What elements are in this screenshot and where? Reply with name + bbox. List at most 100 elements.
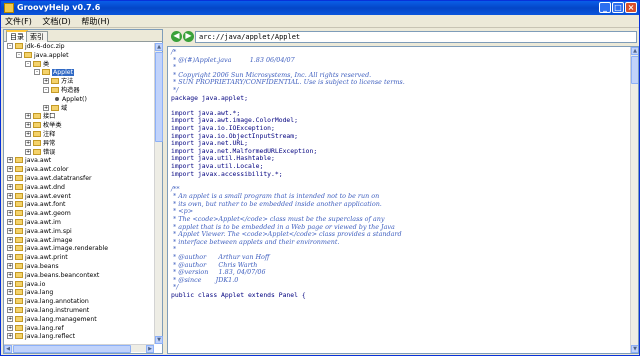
expand-icon[interactable]: +	[7, 298, 13, 305]
tree-node[interactable]: + java.awt.event	[7, 192, 71, 201]
expand-icon[interactable]: +	[25, 122, 31, 129]
tree-node[interactable]: + 枚举类	[25, 122, 62, 130]
arrow-left-icon[interactable]: ◀	[171, 31, 182, 42]
tree-node[interactable]: - java.applet	[16, 51, 69, 60]
collapse-icon[interactable]: -	[25, 60, 31, 67]
scroll-down-icon[interactable]: ▼	[155, 336, 163, 344]
scroll-thumb[interactable]	[13, 345, 131, 353]
tree-node[interactable]: + java.awt.image	[7, 236, 72, 245]
tree-node[interactable]: + java.lang.ref	[7, 324, 64, 333]
tree-node[interactable]: - Applet	[34, 69, 75, 77]
tree-node-label: java.awt.im.spi	[25, 227, 72, 235]
tree-node[interactable]: + java.beans.beancontext	[7, 271, 99, 280]
source-vertical-scrollbar[interactable]: ▲ ▼	[630, 47, 638, 353]
tree-node[interactable]: - jdk-6-doc.zip	[7, 43, 65, 51]
menu-help[interactable]: 帮助(H)	[77, 15, 113, 28]
scroll-thumb[interactable]	[631, 56, 638, 84]
tree-node[interactable]: + java.awt.print	[7, 254, 68, 262]
expand-icon[interactable]: +	[7, 210, 13, 217]
expand-icon[interactable]: +	[7, 289, 13, 296]
tree-node-label: 注释	[43, 131, 56, 138]
scroll-left-icon[interactable]: ◀	[4, 345, 12, 353]
tree-node[interactable]: + java.awt.font	[7, 201, 66, 209]
folder-icon	[24, 51, 32, 58]
expand-icon[interactable]: +	[7, 192, 13, 199]
tree-node[interactable]: + java.awt.image.renderable	[7, 245, 108, 253]
expand-icon[interactable]: +	[25, 148, 31, 155]
expand-icon[interactable]: +	[25, 139, 31, 146]
tree-node[interactable]: + java.awt.im	[7, 219, 61, 227]
tree-node[interactable]: + java.awt.geom	[7, 210, 71, 218]
expand-icon[interactable]: +	[7, 280, 13, 287]
tree-node-label: java.awt	[25, 157, 52, 165]
expand-icon[interactable]: +	[7, 227, 13, 234]
expand-icon[interactable]: +	[7, 183, 13, 190]
tree-horizontal-scrollbar[interactable]: ◀ ▶	[4, 344, 154, 353]
expand-icon[interactable]: +	[7, 307, 13, 313]
expand-icon[interactable]: +	[7, 324, 13, 331]
tree-node[interactable]: + 异常	[25, 139, 55, 148]
folder-icon	[15, 210, 23, 217]
expand-icon[interactable]: +	[7, 201, 13, 208]
expand-icon[interactable]: +	[7, 315, 13, 322]
expand-icon[interactable]: +	[7, 219, 13, 225]
tree-node[interactable]: -类	[25, 60, 49, 69]
address-field[interactable]: arc://java/applet/Applet	[195, 31, 637, 43]
expand-icon[interactable]: +	[43, 78, 49, 85]
expand-icon[interactable]: +	[7, 175, 13, 181]
tree-node[interactable]: + java.awt.im.spi	[7, 227, 72, 236]
tree-node-label: 接口	[43, 113, 56, 121]
tree-node[interactable]: + 错误	[25, 148, 55, 157]
collapse-icon[interactable]: -	[34, 69, 40, 76]
tree-node[interactable]: + 注释	[25, 131, 55, 139]
tree-node[interactable]: + java.beans	[7, 263, 59, 271]
expand-icon[interactable]: +	[25, 131, 31, 137]
tree-node[interactable]: + 接口	[25, 113, 55, 121]
expand-icon[interactable]: +	[7, 236, 13, 243]
expand-icon[interactable]: +	[7, 263, 13, 269]
title-bar[interactable]: GroovyHelp v0.7.6 _ □ ×	[1, 1, 639, 15]
tab-contents[interactable]: 目录	[6, 30, 28, 42]
expand-icon[interactable]: +	[25, 113, 31, 120]
maximize-button[interactable]: □	[612, 2, 624, 13]
minimize-button[interactable]: _	[599, 2, 611, 13]
tree-node[interactable]: + java.awt.datatransfer	[7, 175, 92, 183]
expand-icon[interactable]: +	[7, 254, 13, 261]
arrow-right-icon[interactable]: ▶	[183, 31, 194, 42]
member-icon	[55, 96, 59, 101]
tree-node[interactable]: + 域	[43, 104, 67, 113]
menu-file[interactable]: 文件(F)	[1, 15, 36, 28]
scroll-up-icon[interactable]: ▲	[631, 47, 638, 55]
tree-node[interactable]: + 方法	[43, 78, 73, 86]
scroll-right-icon[interactable]: ▶	[146, 345, 154, 353]
tree-node[interactable]: + java.io	[7, 280, 45, 289]
expand-icon[interactable]: +	[43, 104, 49, 111]
close-button[interactable]: ×	[625, 2, 637, 13]
tree-node[interactable]: + java.lang.management	[7, 315, 97, 324]
tree-node[interactable]: + java.lang.annotation	[7, 298, 89, 306]
menu-document[interactable]: 文档(D)	[38, 15, 74, 28]
scroll-up-icon[interactable]: ▲	[155, 43, 163, 51]
collapse-icon[interactable]: -	[7, 43, 13, 49]
expand-icon[interactable]: +	[7, 245, 13, 252]
tree-node[interactable]: + java.lang	[7, 289, 53, 297]
tree-node[interactable]: + java.awt	[7, 157, 51, 165]
tab-index[interactable]: 索引	[26, 31, 48, 42]
tree-node[interactable]: - 构造器	[43, 87, 80, 95]
folder-icon	[15, 227, 23, 234]
tree-node[interactable]: + java.awt.dnd	[7, 183, 65, 192]
scroll-thumb[interactable]	[155, 52, 163, 142]
tree-node[interactable]: + java.awt.color	[7, 166, 68, 174]
expand-icon[interactable]: +	[7, 157, 13, 164]
tree-node-label: java.lang.instrument	[25, 307, 90, 314]
scroll-down-icon[interactable]: ▼	[631, 345, 638, 353]
expand-icon[interactable]: +	[7, 271, 13, 278]
tree-node[interactable]: Applet()	[52, 96, 87, 104]
collapse-icon[interactable]: -	[16, 51, 22, 58]
collapse-icon[interactable]: -	[43, 87, 49, 93]
tree-vertical-scrollbar[interactable]: ▲ ▼	[154, 43, 163, 344]
tree-node[interactable]: + java.lang.instrument	[7, 307, 89, 315]
expand-icon[interactable]: +	[7, 166, 13, 173]
expand-icon[interactable]: +	[7, 333, 13, 340]
tree-node[interactable]: + java.lang.reflect	[7, 333, 75, 341]
